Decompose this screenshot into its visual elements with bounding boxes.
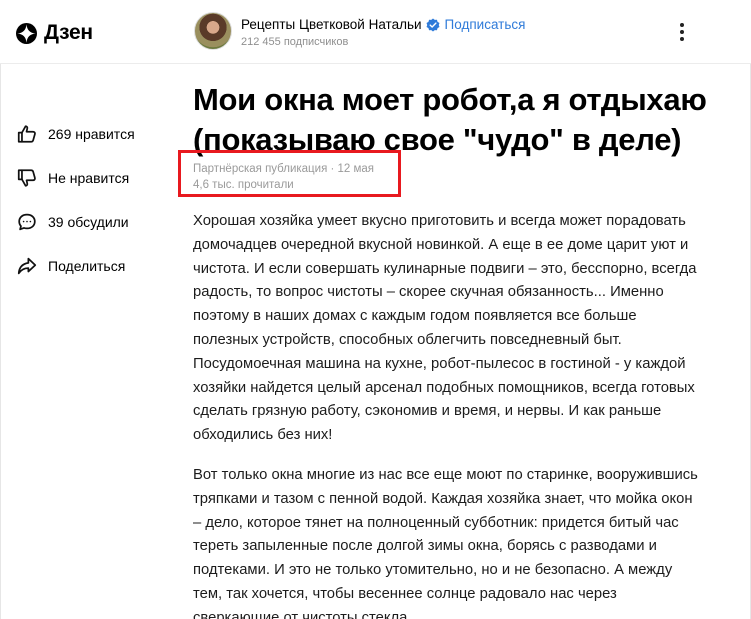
channel-avatar[interactable] bbox=[194, 12, 232, 50]
share-label: Поделиться bbox=[48, 258, 126, 274]
publication-info: Партнёрская публикация · 12 мая bbox=[193, 163, 375, 175]
share-button[interactable]: Поделиться bbox=[16, 244, 135, 288]
comments-button[interactable]: 39 обсудили bbox=[16, 200, 135, 244]
dzen-logo[interactable]: Дзен bbox=[16, 21, 93, 45]
article-title: Мои окна моет робот,а я отдыхаю (показыв… bbox=[193, 82, 707, 157]
more-options-icon[interactable] bbox=[672, 20, 692, 44]
comments-count: 39 обсудили bbox=[48, 214, 129, 230]
comments-icon bbox=[16, 211, 38, 233]
subscriber-count: 212 455 подписчиков bbox=[241, 35, 349, 48]
more-dot bbox=[680, 37, 684, 41]
like-button[interactable]: 269 нравится bbox=[16, 112, 135, 156]
article-paragraph: Вот только окна многие из нас все еще мо… bbox=[193, 466, 698, 619]
article-actions: 269 нравится Не нравится 39 обсудили Под… bbox=[16, 112, 135, 288]
subscribe-button[interactable]: Подписаться bbox=[445, 17, 526, 32]
more-dot bbox=[680, 30, 684, 34]
top-bar: Дзен Рецепты Цветковой Натальи Подписать… bbox=[0, 0, 751, 64]
dislike-button[interactable]: Не нравится bbox=[16, 156, 135, 200]
article-meta: Партнёрская публикация · 12 мая 4,6 тыс.… bbox=[193, 161, 374, 193]
share-icon bbox=[16, 255, 38, 277]
dislike-label: Не нравится bbox=[48, 170, 130, 186]
channel-info: Рецепты Цветковой Натальи Подписаться 21… bbox=[241, 15, 525, 48]
read-count: 4,6 тыс. прочитали bbox=[193, 179, 294, 191]
thumbs-down-icon bbox=[16, 167, 38, 189]
article-body: Хорошая хозяйка умеет вкусно приготовить… bbox=[193, 210, 703, 619]
dzen-logo-icon bbox=[16, 22, 37, 44]
like-count: 269 нравится bbox=[48, 126, 135, 142]
article-paragraph: Хорошая хозяйка умеет вкусно приготовить… bbox=[193, 213, 697, 444]
verified-badge-icon bbox=[426, 18, 440, 31]
more-dot bbox=[680, 23, 684, 27]
channel-row: Рецепты Цветковой Натальи Подписаться bbox=[241, 15, 525, 35]
thumbs-up-icon bbox=[16, 123, 38, 145]
channel-block: Рецепты Цветковой Натальи Подписаться 21… bbox=[194, 12, 525, 50]
logo-text: Дзен bbox=[44, 21, 93, 44]
channel-name[interactable]: Рецепты Цветковой Натальи bbox=[241, 17, 422, 32]
